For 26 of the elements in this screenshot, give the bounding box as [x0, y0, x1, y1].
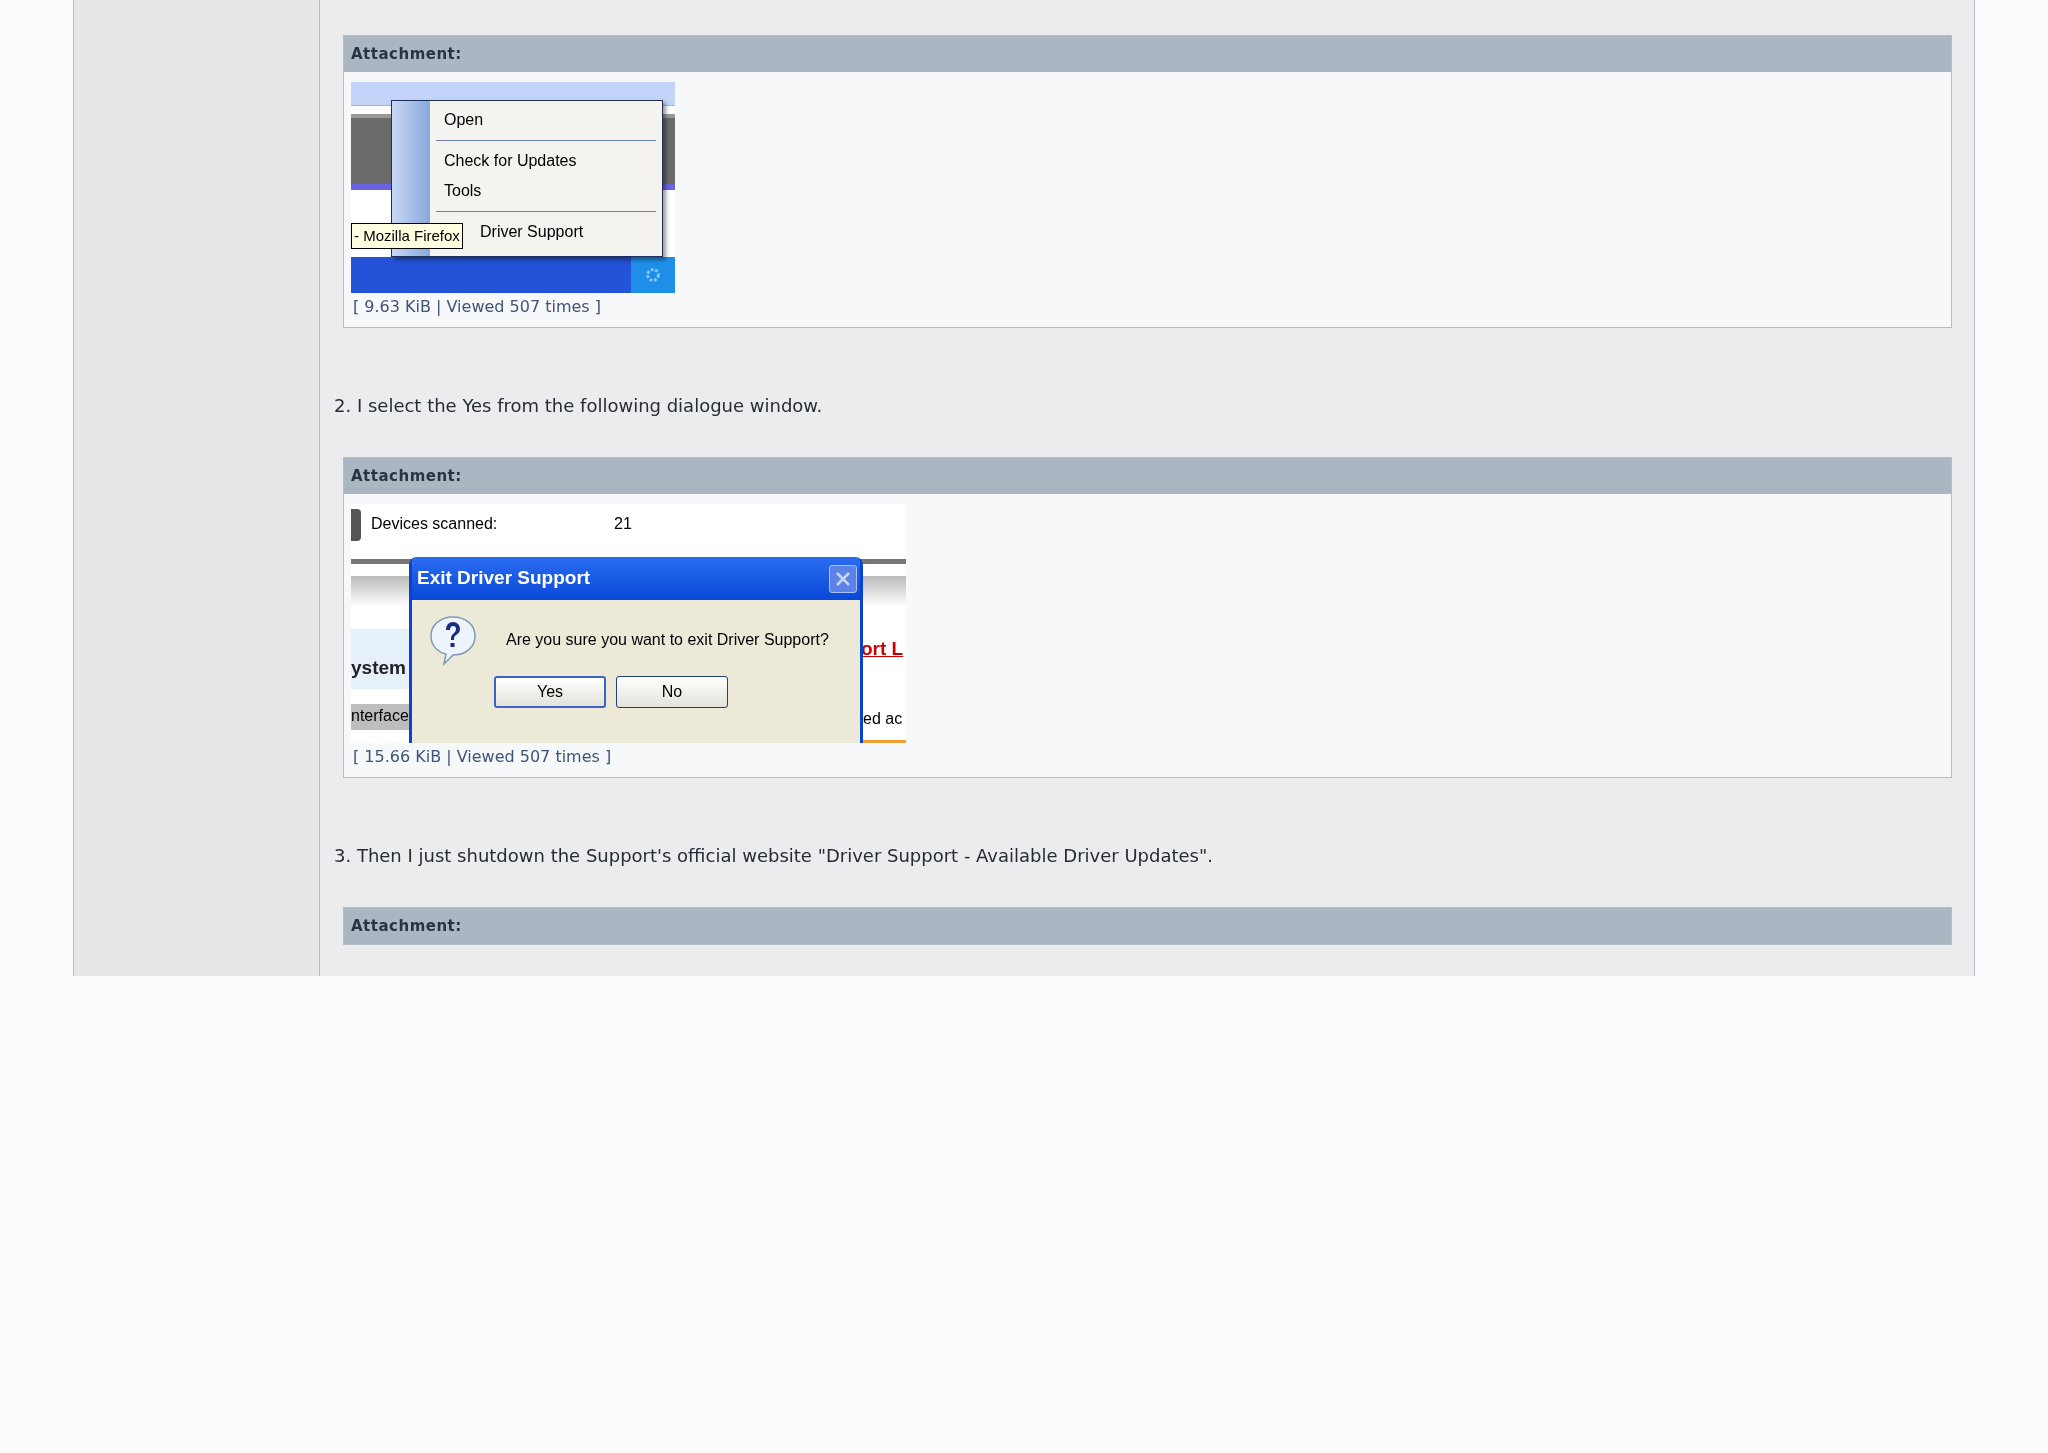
accent-line [863, 740, 906, 743]
tooltip: - Mozilla Firefox [351, 223, 463, 249]
dialog-button[interactable]: No [616, 676, 728, 708]
post-paragraph: 3. Then I just shutdown the Support's official website "Driver Support - Available Driver Updates". [334, 844, 1214, 868]
link-fragment[interactable]: ort L [861, 635, 904, 664]
field-label: Devices scanned: [371, 514, 498, 534]
attachment-label: Attachment: [351, 465, 462, 487]
table-cell-text: ed ac [863, 709, 903, 729]
close-button[interactable] [829, 564, 857, 593]
dialog-message: Are you sure you want to exit Driver Support? [506, 630, 829, 650]
dialog-title: Exit Driver Support [417, 566, 591, 591]
table-cell: nterface [351, 704, 411, 730]
close-icon [835, 570, 851, 587]
question-icon [428, 614, 478, 666]
menu-item[interactable]: Check for Updates [430, 146, 662, 176]
heading-fragment: ystem [351, 656, 406, 680]
menu-item[interactable]: Tools [430, 176, 662, 206]
menu-item[interactable]: Open [430, 105, 662, 135]
panel-background [351, 629, 411, 689]
post-paragraph: 2. I select the Yes from the following dialogue window. [334, 394, 824, 418]
attachment-label: Attachment: [351, 915, 462, 937]
dialog-button[interactable]: Yes [494, 676, 606, 708]
attachment-meta: [ 9.63 KiB | Viewed 507 times ] [352, 296, 602, 318]
attachment-meta: [ 15.66 KiB | Viewed 507 times ] [352, 746, 613, 768]
attachment-label: Attachment: [351, 43, 462, 65]
field-value: 21 [614, 514, 632, 534]
